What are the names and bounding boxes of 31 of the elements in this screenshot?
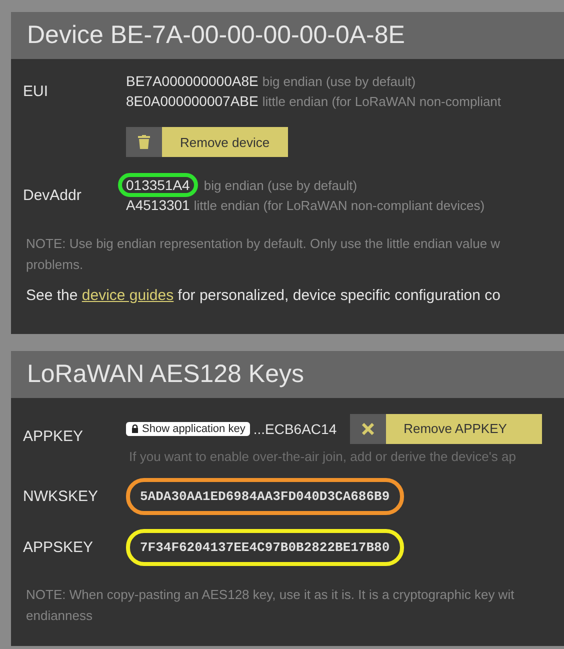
field-label: NWKSKEY [23, 488, 100, 505]
remove-device-button[interactable]: Remove device [126, 127, 288, 157]
endian-note: big endian (use by default) [204, 178, 358, 192]
value-text: A4513301 [126, 197, 190, 213]
hint-text: If you want to enable over-the-air join, add or derive the device's ap [129, 449, 517, 464]
note-text: NOTE: Use big endian representation by default. Only use the little endian value w [26, 235, 502, 253]
key-value: ...ECB6AC14 [253, 420, 337, 436]
field-label: DevAddr [23, 186, 82, 204]
endian-note: big endian (use by default) [262, 74, 416, 88]
note-text: endianness [26, 607, 94, 625]
close-icon [362, 422, 374, 434]
endian-note: little endian (for LoRaWAN non-compliant devices) [194, 198, 485, 212]
value-text: BE7A000000000A8E [126, 73, 258, 89]
value-text: 8E0A000000007ABE [126, 93, 258, 109]
show-key-button[interactable]: Show application key [126, 422, 250, 436]
key-value: 7F34F6204137EE4C97B0B2822BE17B80 [126, 529, 404, 566]
lock-icon [131, 424, 139, 433]
endian-note: little endian (for LoRaWAN non-compliant [262, 94, 502, 108]
guide-text: See the device guides for personalized, device specific configuration co [26, 287, 502, 304]
field-label: APPKEY [23, 427, 84, 445]
value-text: 013351A4 [118, 173, 198, 197]
note-text: problems. [26, 256, 84, 274]
field-label: APPSKEY [23, 539, 94, 556]
remove-appkey-button[interactable]: Remove APPKEY [350, 414, 542, 444]
panel-title: LoRaWAN AES128 Keys [11, 351, 564, 398]
device-guides-link[interactable]: device guides [82, 287, 174, 304]
field-label: EUI [23, 82, 50, 100]
note-text: NOTE: When copy-pasting an AES128 key, use it as it is. It is a cryptographic key wit [26, 586, 516, 604]
panel-title: Device BE-7A-00-00-00-00-0A-8E [11, 12, 564, 59]
trash-icon [138, 135, 150, 149]
key-value: 5ADA30AA1ED6984AA3FD040D3CA686B9 [126, 478, 404, 515]
